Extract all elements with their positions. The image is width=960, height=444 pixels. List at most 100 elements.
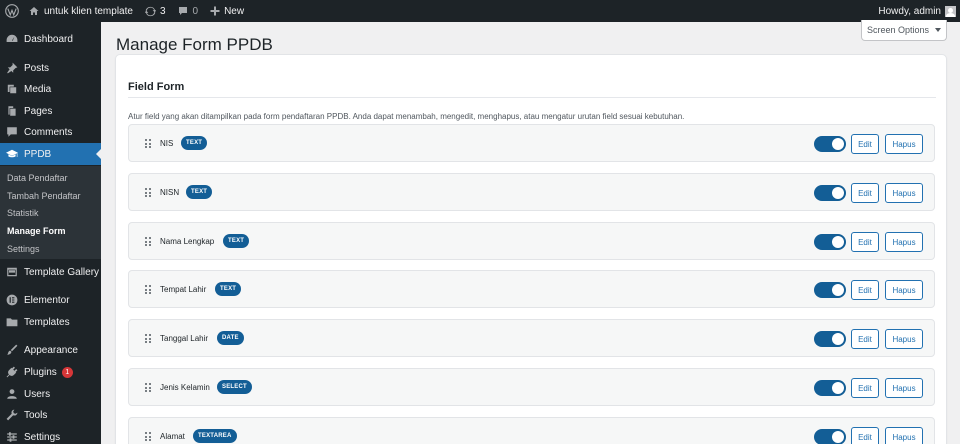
sidebar-item-pages[interactable]: Pages	[0, 100, 101, 122]
drag-handle-icon[interactable]	[145, 383, 151, 392]
users-icon	[7, 389, 17, 399]
wordpress-logo-button[interactable]	[1, 0, 23, 22]
submenu-tambah-pendaftar[interactable]: Tambah Pendaftar	[7, 191, 81, 201]
paintbrush-icon	[7, 344, 18, 355]
site-name-link[interactable]: untuk klien template	[23, 0, 139, 22]
plugin-icon	[6, 366, 18, 378]
field-type-badge: TEXT	[181, 136, 208, 150]
edit-button[interactable]: Edit	[851, 280, 879, 300]
edit-button[interactable]: Edit	[851, 427, 879, 444]
sidebar-item-label: Media	[24, 83, 52, 95]
field-type-badge: TEXTAREA	[193, 429, 237, 443]
sidebar-item-label: Users	[24, 388, 51, 400]
sidebar-item-media[interactable]: Media	[0, 78, 101, 100]
sidebar-item-comments[interactable]: Comments	[0, 121, 101, 143]
admin-sidebar: Dashboard Posts Media Pages Comments PPD…	[0, 22, 101, 444]
card-divider	[128, 97, 936, 98]
caret-down-icon	[935, 28, 942, 32]
delete-button[interactable]: Hapus	[885, 378, 923, 398]
edit-button[interactable]: Edit	[851, 183, 879, 203]
sidebar-item-appearance[interactable]: Appearance	[0, 339, 101, 361]
field-enabled-toggle[interactable]	[814, 429, 846, 444]
field-label: Tempat Lahir	[160, 285, 207, 294]
comment-bubble-icon	[7, 127, 17, 137]
template-gallery-icon	[7, 267, 17, 277]
field-enabled-toggle[interactable]	[814, 185, 846, 201]
drag-handle-icon[interactable]	[145, 285, 151, 294]
wrench-icon	[6, 409, 18, 421]
sidebar-item-label: Pages	[24, 105, 53, 117]
field-type-badge: TEXT	[215, 282, 242, 296]
edit-button[interactable]: Edit	[851, 232, 879, 252]
sidebar-item-templates[interactable]: Templates	[0, 311, 101, 333]
field-enabled-toggle[interactable]	[814, 282, 846, 298]
field-enabled-toggle[interactable]	[814, 331, 846, 347]
sidebar-item-plugins[interactable]: Plugins 1	[0, 361, 101, 383]
new-content-link[interactable]: New	[204, 0, 250, 22]
field-enabled-toggle[interactable]	[814, 380, 846, 396]
screen-options-button[interactable]: Screen Options	[861, 20, 947, 41]
graduation-cap-icon	[6, 149, 18, 158]
drag-handle-icon[interactable]	[145, 432, 151, 441]
field-enabled-toggle[interactable]	[814, 234, 846, 250]
field-row-alamat: Alamat TEXTAREA Edit Hapus	[128, 417, 935, 444]
comment-bubble-icon	[178, 7, 187, 15]
field-type-badge: TEXT	[223, 234, 250, 248]
drag-handle-icon[interactable]	[145, 237, 151, 246]
new-label: New	[224, 5, 245, 17]
field-label: Jenis Kelamin	[160, 383, 210, 392]
submenu-statistik[interactable]: Statistik	[7, 208, 39, 218]
delete-button[interactable]: Hapus	[885, 134, 923, 154]
comments-link[interactable]: 0	[172, 0, 205, 22]
avatar	[945, 5, 956, 17]
sidebar-item-label: Elementor	[24, 294, 70, 306]
edit-button[interactable]: Edit	[851, 134, 879, 154]
submenu-manage-form[interactable]: Manage Form	[7, 226, 66, 236]
sidebar-item-ppdb[interactable]: PPDB	[0, 143, 101, 165]
admin-bar: untuk klien template 3 0 New Howdy, admi…	[0, 0, 960, 22]
account-menu[interactable]: Howdy, admin	[872, 0, 960, 22]
field-form-card: Field Form Atur field yang akan ditampil…	[115, 54, 947, 444]
ppdb-submenu: Data Pendaftar Tambah Pendaftar Statisti…	[0, 166, 101, 259]
delete-button[interactable]: Hapus	[885, 183, 923, 203]
submenu-settings[interactable]: Settings	[7, 244, 40, 254]
field-label: NISN	[160, 188, 180, 197]
sidebar-item-tools[interactable]: Tools	[0, 404, 101, 426]
sidebar-item-elementor[interactable]: Elementor	[0, 289, 101, 311]
pushpin-icon	[7, 62, 18, 74]
delete-button[interactable]: Hapus	[885, 329, 923, 349]
drag-handle-icon[interactable]	[145, 188, 151, 197]
sidebar-item-label: Settings	[24, 431, 61, 443]
sidebar-item-label: Dashboard	[24, 33, 73, 45]
field-row-tanggal-lahir: Tanggal Lahir DATE Edit Hapus	[128, 319, 935, 357]
edit-button[interactable]: Edit	[851, 378, 879, 398]
sidebar-item-users[interactable]: Users	[0, 383, 101, 405]
field-type-badge: SELECT	[217, 380, 252, 394]
field-label: Alamat	[160, 432, 185, 441]
edit-button[interactable]: Edit	[851, 329, 879, 349]
updates-link[interactable]: 3	[139, 0, 172, 22]
field-row-jenis-kelamin: Jenis Kelamin SELECT Edit Hapus	[128, 368, 935, 406]
submenu-data-pendaftar[interactable]: Data Pendaftar	[7, 173, 68, 183]
sidebar-item-label: Comments	[24, 126, 73, 138]
sidebar-item-label: Posts	[24, 62, 50, 74]
drag-handle-icon[interactable]	[145, 139, 151, 148]
pages-icon	[8, 106, 16, 116]
sidebar-item-settings[interactable]: Settings	[0, 426, 101, 444]
delete-button[interactable]: Hapus	[885, 427, 923, 444]
updates-icon	[144, 6, 156, 16]
field-type-badge: TEXT	[186, 185, 213, 199]
sidebar-item-template-gallery[interactable]: Template Gallery	[0, 261, 101, 283]
delete-button[interactable]: Hapus	[885, 232, 923, 252]
dashboard-gauge-icon	[6, 34, 18, 42]
delete-button[interactable]: Hapus	[885, 280, 923, 300]
site-name: untuk klien template	[44, 5, 133, 17]
sidebar-item-dashboard[interactable]: Dashboard	[0, 28, 101, 50]
field-row-tempat-lahir: Tempat Lahir TEXT Edit Hapus	[128, 270, 935, 308]
page-title: Manage Form PPDB	[116, 35, 273, 54]
howdy-text: Howdy, admin	[878, 5, 941, 17]
field-enabled-toggle[interactable]	[814, 136, 846, 152]
field-label: NIS	[160, 139, 174, 148]
sidebar-item-posts[interactable]: Posts	[0, 57, 101, 79]
drag-handle-icon[interactable]	[145, 334, 151, 343]
